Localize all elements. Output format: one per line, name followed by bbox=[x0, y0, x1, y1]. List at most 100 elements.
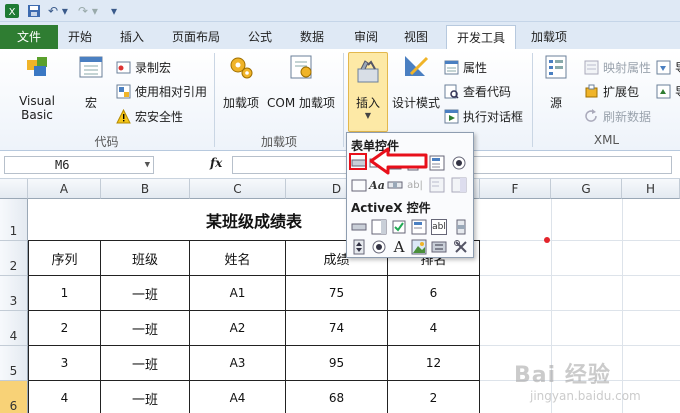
checkbox-activex-icon[interactable] bbox=[391, 219, 407, 235]
xml-source-button[interactable]: 源 bbox=[538, 52, 574, 111]
table-cell[interactable]: 1 bbox=[28, 276, 101, 311]
header-cell[interactable]: 班级 bbox=[101, 241, 190, 276]
column-header[interactable]: B bbox=[101, 179, 190, 199]
tab-home[interactable]: 开始 bbox=[62, 25, 98, 49]
name-box[interactable]: M6 ▼ bbox=[4, 156, 154, 174]
list-box-form-control-icon[interactable] bbox=[429, 155, 445, 171]
select-all-corner[interactable] bbox=[0, 179, 28, 199]
relative-reference-button[interactable]: 使用相对引用 bbox=[116, 82, 207, 100]
insert-controls-button[interactable]: 插入 ▼ bbox=[348, 52, 388, 132]
view-code-button[interactable]: 查看代码 bbox=[444, 82, 511, 100]
tab-addins[interactable]: 加载项 bbox=[524, 25, 574, 49]
option-button-form-control-icon[interactable] bbox=[451, 155, 467, 171]
table-cell[interactable]: 一班 bbox=[101, 346, 190, 381]
chevron-down-icon[interactable]: ▼ bbox=[145, 157, 150, 173]
import-button[interactable]: 导 bbox=[656, 58, 680, 76]
row-header[interactable]: 5 bbox=[0, 346, 28, 381]
properties-label: 属性 bbox=[463, 60, 488, 75]
tab-formulas[interactable]: 公式 bbox=[240, 25, 280, 49]
table-cell[interactable]: A1 bbox=[190, 276, 286, 311]
tab-data[interactable]: 数据 bbox=[292, 25, 332, 49]
table-cell[interactable]: A2 bbox=[190, 311, 286, 346]
tab-review[interactable]: 审阅 bbox=[346, 25, 386, 49]
column-header[interactable]: A bbox=[28, 179, 101, 199]
macro-security-button[interactable]: 宏安全性 bbox=[116, 107, 183, 125]
column-header[interactable]: H bbox=[622, 179, 680, 199]
table-cell[interactable]: A4 bbox=[190, 381, 286, 413]
table-cell[interactable]: 2 bbox=[28, 311, 101, 346]
visual-basic-button[interactable]: Visual Basic bbox=[2, 52, 72, 122]
command-button-activex-icon[interactable] bbox=[351, 219, 367, 235]
table-cell[interactable]: 95 bbox=[286, 346, 388, 381]
image-activex-icon[interactable] bbox=[411, 239, 427, 255]
tab-insert[interactable]: 插入 bbox=[112, 25, 152, 49]
label-form-control-icon[interactable]: Aa bbox=[369, 177, 385, 193]
tab-file[interactable]: 文件 bbox=[0, 25, 58, 49]
customize-qat-icon[interactable]: ▾ bbox=[108, 3, 120, 19]
row-header[interactable]: 2 bbox=[0, 241, 28, 276]
refresh-data-button[interactable]: 刷新数据 bbox=[584, 107, 651, 125]
activex-controls-heading: ActiveX 控件 bbox=[351, 201, 431, 215]
table-cell[interactable]: 68 bbox=[286, 381, 388, 413]
design-mode-button[interactable]: 设计模式 bbox=[390, 52, 442, 111]
table-cell[interactable]: 12 bbox=[388, 346, 480, 381]
addins-button[interactable]: 加载项 bbox=[218, 52, 264, 111]
scroll-bar-form-control-icon[interactable] bbox=[387, 177, 403, 193]
spin-button-activex-icon[interactable] bbox=[351, 239, 367, 255]
table-cell[interactable]: 一班 bbox=[101, 276, 190, 311]
watermark-url-text: jingyan.baidu.com bbox=[530, 389, 641, 403]
table-cell[interactable]: 3 bbox=[28, 346, 101, 381]
redo-icon[interactable]: ↷ ▾ bbox=[76, 3, 100, 19]
column-header[interactable]: C bbox=[190, 179, 286, 199]
row-header[interactable]: 1 bbox=[0, 199, 28, 241]
text-box-activex-icon[interactable]: abl bbox=[431, 219, 447, 235]
tab-page-layout[interactable]: 页面布局 bbox=[164, 25, 228, 49]
undo-icon[interactable]: ↶ ▾ bbox=[46, 3, 70, 19]
toolbox-icon bbox=[357, 60, 379, 83]
header-cell[interactable]: 序列 bbox=[28, 241, 101, 276]
table-cell[interactable]: 2 bbox=[388, 381, 480, 413]
table-cell[interactable]: 4 bbox=[28, 381, 101, 413]
combo-box-activex-icon[interactable] bbox=[371, 219, 387, 235]
record-macro-button[interactable]: 录制宏 bbox=[116, 58, 171, 76]
row-header[interactable]: 4 bbox=[0, 311, 28, 346]
expansion-packs-button[interactable]: 扩展包 bbox=[584, 82, 639, 100]
list-box-activex-icon[interactable] bbox=[411, 219, 427, 235]
table-cell[interactable]: 74 bbox=[286, 311, 388, 346]
option-button-activex-icon[interactable] bbox=[371, 239, 387, 255]
table-cell[interactable]: 4 bbox=[388, 311, 480, 346]
macros-button[interactable]: 宏 bbox=[76, 52, 106, 111]
export-button[interactable]: 导 bbox=[656, 82, 680, 100]
tab-developer[interactable]: 开发工具 bbox=[446, 25, 516, 49]
com-addins-button[interactable]: COM 加载项 bbox=[264, 52, 338, 111]
combo-dropdown-form-control-icon[interactable] bbox=[451, 177, 467, 193]
save-icon[interactable] bbox=[26, 3, 42, 19]
label-activex-icon[interactable]: A bbox=[391, 238, 407, 256]
header-cell[interactable]: 姓名 bbox=[190, 241, 286, 276]
table-cell[interactable]: 75 bbox=[286, 276, 388, 311]
insert-function-button[interactable]: fx bbox=[210, 156, 222, 170]
export-label: 导 bbox=[675, 83, 680, 100]
formula-bar: M6 ▼ fx bbox=[0, 151, 680, 179]
scroll-bar-activex-icon[interactable] bbox=[453, 219, 469, 235]
text-field-form-control-icon[interactable]: ab| bbox=[407, 177, 423, 193]
row-header[interactable]: 3 bbox=[0, 276, 28, 311]
column-header[interactable]: G bbox=[551, 179, 622, 199]
addins-group-label: 加载项 bbox=[260, 135, 297, 149]
table-cell[interactable]: A3 bbox=[190, 346, 286, 381]
toggle-button-activex-icon[interactable] bbox=[431, 239, 447, 255]
row-header-selected[interactable]: 6 bbox=[0, 381, 28, 413]
table-cell[interactable]: 一班 bbox=[101, 381, 190, 413]
tab-view[interactable]: 视图 bbox=[396, 25, 436, 49]
table-cell[interactable]: 一班 bbox=[101, 311, 190, 346]
group-box-form-control-icon[interactable] bbox=[351, 177, 367, 193]
annotation-dot bbox=[544, 237, 550, 243]
more-controls-activex-icon[interactable] bbox=[453, 239, 469, 255]
column-header[interactable]: F bbox=[480, 179, 551, 199]
expansion-packs-label: 扩展包 bbox=[603, 84, 640, 99]
run-dialog-button[interactable]: 执行对话框 bbox=[444, 107, 523, 125]
map-properties-button[interactable]: 映射属性 bbox=[584, 58, 651, 76]
table-cell[interactable]: 6 bbox=[388, 276, 480, 311]
properties-button[interactable]: 属性 bbox=[444, 58, 487, 76]
combo-list-form-control-icon[interactable] bbox=[429, 177, 445, 193]
